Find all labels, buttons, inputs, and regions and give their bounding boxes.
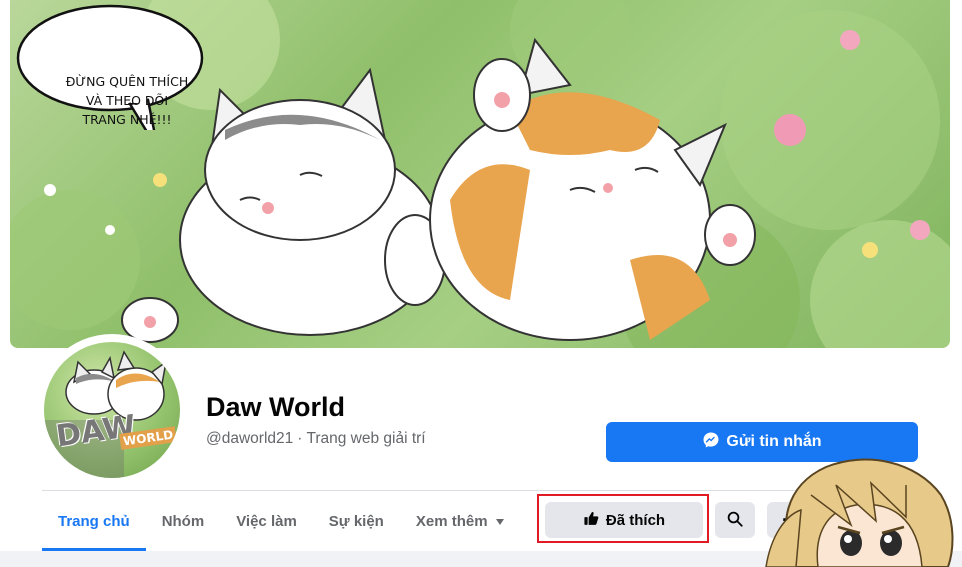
caret-down-icon: [495, 519, 504, 525]
page-subtitle: @daworld21 · Trang web giải trí: [206, 430, 426, 448]
send-message-label: Gửi tin nhắn: [726, 433, 822, 450]
page-category[interactable]: Trang web giải trí: [306, 430, 425, 447]
tab-label: Nhóm: [161, 512, 205, 530]
anime-character-image: [756, 455, 962, 567]
tab-label: Xem thêm: [415, 512, 488, 530]
messenger-icon: [702, 431, 720, 454]
tab-label: Sự kiện: [328, 512, 384, 530]
cover-photo[interactable]: ĐỪNG QUÊN THÍCH VÀ THEO DÕI TRANG NHÉ!!!: [10, 0, 950, 348]
liked-label: Đã thích: [605, 511, 666, 529]
tab-more[interactable]: Xem thêm: [400, 491, 520, 551]
search-button[interactable]: [715, 502, 755, 538]
speech-bubble-text: ĐỪNG QUÊN THÍCH VÀ THEO DÕI TRANG NHÉ!!!: [65, 74, 189, 127]
liked-button[interactable]: Đã thích: [545, 502, 703, 538]
tab-events[interactable]: Sự kiện: [313, 491, 400, 551]
tab-home[interactable]: Trang chủ: [42, 491, 146, 551]
page-name: Daw World: [206, 392, 346, 422]
tab-jobs[interactable]: Việc làm: [220, 491, 313, 551]
tab-label: Việc làm: [236, 512, 297, 530]
tab-label: Trang chủ: [58, 512, 130, 530]
thumbs-up-icon: [583, 510, 600, 531]
avatar-image: DAW WORLD: [44, 342, 180, 478]
avatar-illustration: [44, 350, 168, 478]
tab-groups[interactable]: Nhóm: [146, 491, 221, 551]
profile-avatar[interactable]: DAW WORLD: [36, 334, 188, 486]
page-handle: @daworld21: [206, 430, 294, 447]
subtitle-separator: ·: [297, 430, 303, 447]
page-tabs: Trang chủ Nhóm Việc làm Sự kiện Xem thêm: [42, 491, 520, 551]
search-icon: [726, 510, 744, 531]
